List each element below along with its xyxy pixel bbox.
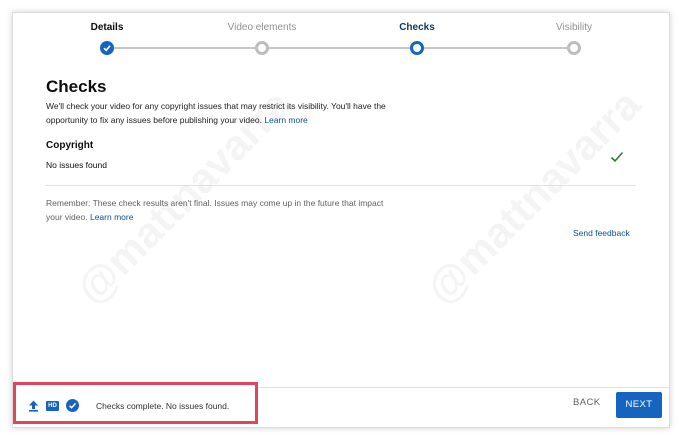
upload-icon[interactable] [28, 400, 39, 412]
back-button[interactable]: BACK [573, 397, 600, 408]
stepper-line [424, 47, 574, 49]
step-label: Visibility [556, 22, 592, 33]
step-video-elements[interactable]: Video elements [192, 21, 332, 35]
step-label: Checks [399, 22, 435, 33]
status-text: Checks complete. No issues found. [96, 401, 230, 411]
upload-status-bar: HD Checks complete. No issues found. [13, 382, 258, 424]
checks-description: We'll check your video for any copyright… [46, 99, 426, 127]
stepper-line [114, 47, 262, 49]
upload-dialog: @mattnavarra @mattnavarra Details Video … [12, 12, 670, 428]
progress-stepper: Details Video elements Checks Visibility [13, 13, 669, 65]
step-done-indicator[interactable] [100, 41, 114, 55]
step-pending-indicator[interactable] [567, 41, 581, 55]
step-active-indicator[interactable] [410, 41, 424, 55]
watermark: @mattnavarra [417, 81, 650, 314]
description-text: We'll check your video for any copyright… [46, 101, 386, 125]
divider [46, 185, 636, 186]
hd-icon[interactable]: HD [46, 400, 59, 411]
step-checks[interactable]: Checks [347, 21, 487, 35]
stepper-line [269, 47, 417, 49]
page-title: Checks [46, 77, 107, 96]
send-feedback-link[interactable]: Send feedback [573, 228, 630, 238]
step-label: Details [90, 22, 124, 33]
step-details[interactable]: Details [37, 21, 177, 35]
check-circle-icon[interactable] [66, 399, 79, 412]
status-icons: HD [28, 399, 79, 412]
remember-note: Remember: These check results aren't fin… [46, 196, 386, 224]
copyright-status: No issues found [46, 160, 107, 170]
copyright-heading: Copyright [46, 140, 94, 151]
step-visibility[interactable]: Visibility [504, 21, 644, 35]
next-button[interactable]: NEXT [616, 392, 662, 418]
step-pending-indicator[interactable] [255, 41, 269, 55]
step-label: Video elements [227, 22, 297, 33]
learn-more-link[interactable]: Learn more [264, 115, 307, 125]
checkmark-icon [610, 150, 624, 168]
checkmark-icon [103, 45, 111, 52]
learn-more-link[interactable]: Learn more [90, 212, 133, 222]
